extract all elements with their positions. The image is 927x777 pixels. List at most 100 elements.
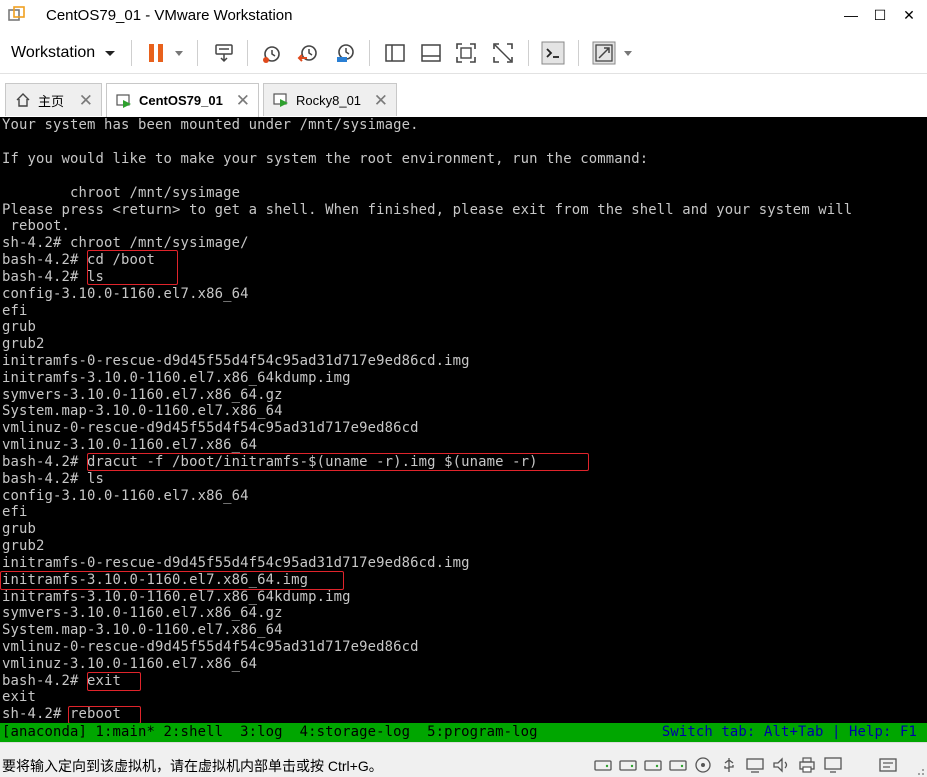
console-line: grub2	[2, 336, 45, 352]
tmux-window-list: [anaconda] 1:main* 2:shell 3:log 4:stora…	[2, 724, 538, 740]
stretch-guest-button[interactable]	[589, 39, 619, 67]
tab-strip: 主页 ✕ CentOS79_01 ✕ Rocky8_01 ✕	[0, 74, 927, 117]
show-library-button[interactable]	[380, 39, 410, 67]
vmware-logo-icon	[8, 6, 26, 24]
console-line: vmlinuz-0-rescue-d9d45f55d4f54c95ad31d71…	[2, 639, 419, 655]
hard-disk-icon[interactable]	[593, 755, 613, 775]
sound-card-icon[interactable]	[771, 755, 791, 775]
vm-console[interactable]: Your system has been mounted under /mnt/…	[0, 117, 927, 742]
toolbar-separator	[369, 40, 370, 66]
hard-disk-icon[interactable]	[643, 755, 663, 775]
show-library-icon	[385, 44, 405, 62]
close-tab-icon[interactable]: ✕	[79, 91, 93, 111]
console-line: grub	[2, 319, 37, 335]
pause-icon	[149, 44, 163, 62]
console-line: System.map-3.10.0-1160.el7.x86_64	[2, 622, 283, 638]
console-line: config-3.10.0-1160.el7.x86_64	[2, 286, 249, 302]
unity-button[interactable]	[488, 39, 518, 67]
close-button[interactable]: ✕	[896, 4, 922, 26]
snapshot-take-icon	[263, 46, 280, 63]
console-line: If you would like to make your system th…	[2, 151, 649, 167]
highlight-dracut-command	[87, 453, 589, 471]
send-ctrl-alt-del-icon	[215, 44, 233, 63]
console-line: grub2	[2, 538, 45, 554]
tab-label: 主页	[38, 93, 65, 109]
console-line: vmlinuz-0-rescue-d9d45f55d4f54c95ad31d71…	[2, 420, 419, 436]
hard-disk-icon[interactable]	[668, 755, 688, 775]
console-line: grub	[2, 521, 37, 537]
toolbar-separator	[578, 40, 579, 66]
highlight-cd-ls-commands	[87, 250, 178, 285]
close-tab-icon[interactable]: ✕	[236, 91, 250, 111]
pause-button[interactable]	[141, 39, 171, 67]
maximize-button[interactable]: ☐	[867, 4, 893, 26]
vm-running-icon	[272, 91, 290, 109]
resize-grip-icon[interactable]	[913, 763, 925, 775]
highlight-reboot-command	[68, 706, 141, 724]
snapshot-manager-button[interactable]	[330, 39, 360, 67]
window-title: CentOS79_01 - VMware Workstation	[46, 7, 293, 24]
toolbar-separator	[131, 40, 132, 66]
title-bar: CentOS79_01 - VMware Workstation — ☐ ✕	[0, 0, 927, 32]
console-view-button[interactable]	[538, 39, 568, 67]
console-view-icon	[541, 41, 565, 65]
unity-icon	[493, 43, 513, 63]
toolbar-separator	[247, 40, 248, 66]
revert-snapshot-button[interactable]	[293, 39, 323, 67]
console-line: symvers-3.10.0-1160.el7.x86_64.gz	[2, 605, 283, 621]
input-grab-hint: 要将输入定向到该虚拟机，请在虚拟机内部单击或按 Ctrl+G。	[2, 758, 383, 774]
console-line: initramfs-3.10.0-1160.el7.x86_64kdump.im…	[2, 370, 351, 386]
thumbnail-bar-icon	[421, 44, 441, 62]
full-screen-icon	[456, 43, 476, 63]
messages-icon[interactable]	[878, 755, 898, 775]
stretch-menu-caret-icon[interactable]	[624, 51, 632, 56]
full-screen-button[interactable]	[451, 39, 481, 67]
tab-centos79-01[interactable]: CentOS79_01 ✕	[106, 83, 259, 117]
snapshot-revert-icon	[297, 45, 317, 62]
power-menu-caret-icon[interactable]	[175, 51, 183, 56]
status-bar: 要将输入定向到该虚拟机，请在虚拟机内部单击或按 Ctrl+G。	[0, 742, 927, 777]
highlight-exit-command	[87, 672, 141, 691]
usb-controller-icon[interactable]	[719, 755, 739, 775]
console-line: initramfs-0-rescue-d9d45f55d4f54c95ad31d…	[2, 555, 470, 571]
close-tab-icon[interactable]: ✕	[374, 91, 388, 111]
toolbar: Workstation	[0, 32, 927, 74]
tmux-status-bar: [anaconda] 1:main* 2:shell 3:log 4:stora…	[0, 723, 927, 742]
take-snapshot-button[interactable]	[257, 39, 287, 67]
console-line: efi	[2, 303, 28, 319]
minimize-button[interactable]: —	[838, 4, 864, 26]
console-line: Please press <return> to get a shell. Wh…	[2, 202, 853, 218]
tab-label: CentOS79_01	[139, 93, 223, 108]
console-line: Your system has been mounted under /mnt/…	[2, 117, 419, 133]
console-line: bash-4.2# ls	[2, 471, 105, 487]
workstation-menu[interactable]: Workstation	[0, 38, 116, 68]
tmux-help-hint: Switch tab: Alt+Tab | Help: F1	[661, 724, 917, 740]
console-line: chroot /mnt/sysimage	[2, 185, 241, 201]
tab-label: Rocky8_01	[296, 92, 362, 108]
cd-dvd-icon[interactable]	[693, 755, 713, 775]
console-line: initramfs-3.10.0-1160.el7.x86_64kdump.im…	[2, 589, 351, 605]
chevron-down-icon	[105, 50, 116, 56]
vm-running-icon	[115, 92, 133, 110]
workstation-menu-label: Workstation	[11, 44, 96, 61]
console-line: vmlinuz-3.10.0-1160.el7.x86_64	[2, 656, 258, 672]
snapshot-manager-icon	[337, 44, 354, 62]
console-line: vmlinuz-3.10.0-1160.el7.x86_64	[2, 437, 258, 453]
send-ctrl-alt-del-button[interactable]	[209, 39, 239, 67]
console-line: config-3.10.0-1160.el7.x86_64	[2, 488, 249, 504]
display-icon[interactable]	[823, 755, 843, 775]
printer-icon[interactable]	[797, 755, 817, 775]
network-adapter-icon[interactable]	[745, 755, 765, 775]
highlight-new-initramfs	[0, 571, 344, 590]
stretch-guest-icon	[592, 41, 616, 65]
tab-home[interactable]: 主页 ✕	[5, 83, 102, 116]
console-line: System.map-3.10.0-1160.el7.x86_64	[2, 403, 283, 419]
tab-rocky8-01[interactable]: Rocky8_01 ✕	[263, 83, 397, 116]
console-line: reboot.	[2, 218, 71, 234]
console-line: exit	[2, 689, 37, 705]
thumbnail-bar-button[interactable]	[416, 39, 446, 67]
console-line: initramfs-0-rescue-d9d45f55d4f54c95ad31d…	[2, 353, 470, 369]
console-line: symvers-3.10.0-1160.el7.x86_64.gz	[2, 387, 283, 403]
toolbar-separator	[528, 40, 529, 66]
hard-disk-icon[interactable]	[618, 755, 638, 775]
